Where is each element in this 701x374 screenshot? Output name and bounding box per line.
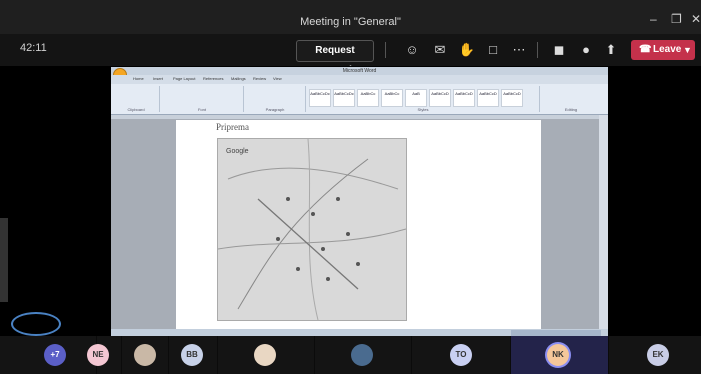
ruler [111,115,608,119]
document-scrollbar[interactable] [599,115,608,329]
participant-tile[interactable]: +7 [0,336,96,374]
minimize-icon[interactable]: – [650,12,657,26]
shared-word-window: Microsoft Word Home Insert Page Layout R… [111,67,608,337]
avatar-photo[interactable] [134,344,156,366]
share-screen-icon[interactable]: ⬆ [602,41,620,59]
word-app-title: Microsoft Word [342,68,377,74]
map-label: Google [226,148,249,155]
camera-off-icon[interactable]: ◼ [550,41,568,59]
chevron-down-icon[interactable]: ▼ [683,40,692,60]
reactions-icon[interactable]: ✋ [458,41,476,59]
ribbon-tab: Mailings [231,76,246,81]
style-sample: AaBbCcDc [333,89,355,107]
avatar[interactable]: EK [647,344,669,366]
side-panel-edge [0,218,8,302]
participants-strip: +7 NE BB TO NK EK [0,336,701,374]
style-sample: AaBbCcD [453,89,475,107]
meeting-timer: 42:11 [20,42,47,54]
avatar-more[interactable]: +7 [44,344,66,366]
chat-icon[interactable]: ✉ [431,41,449,59]
request-control-button[interactable]: Request control [296,40,374,76]
hang-up-icon: ☎ [639,44,652,55]
ribbon-group-clipboard: Clipboard [113,86,160,112]
ribbon-group-label: Styles [417,107,429,112]
ribbon-group-label: Clipboard [127,107,145,112]
ribbon-group-label: Paragraph [265,107,285,112]
ribbon-group-paragraph: Paragraph [245,86,306,112]
style-sample: AaBbCcDc [309,89,331,107]
ribbon-tab: View [273,76,282,81]
participant-tile-active[interactable]: NK [511,336,608,374]
avatar-photo[interactable] [351,344,373,366]
window-title: Meeting in "General" [300,16,401,28]
ribbon-group-styles: AaBbCcDc AaBbCcDc AaBbCc AaBbCc AaB AaBb… [307,86,540,112]
meeting-toolbar: 42:11 Request control ☺ ✉ ✋ □ ⋯ ◼ ● ⬆ ☎ … [0,34,701,76]
style-sample: AaBbCcD [429,89,451,107]
avatar[interactable]: NK [547,344,569,366]
participant-tile[interactable] [122,336,168,374]
ribbon-group-font: Font [161,86,244,112]
participant-tile[interactable]: TO [412,336,510,374]
style-sample: AaBbCcD [477,89,499,107]
toolbar-divider [537,42,538,58]
ribbon-tab: Review [253,76,267,81]
avatar[interactable]: NE [87,344,109,366]
close-icon[interactable]: ✕ [691,12,701,26]
window-title-bar: Meeting in "General" – ❐ ✕ [0,0,701,34]
ribbon-group-editing: Editing [541,86,601,112]
ribbon-group-label: Font [197,107,206,112]
document-heading: Priprema [216,122,249,132]
more-options-icon[interactable]: ⋯ [510,41,528,59]
avatar[interactable]: BB [181,344,203,366]
leave-label: Leave [653,44,682,55]
ribbon-tab: Home [133,76,144,81]
ribbon-group-label: Editing [564,107,578,112]
highlight-ring [11,312,61,336]
style-sample: AaBbCc [357,89,379,107]
microphone-icon[interactable]: ● [577,41,595,59]
participant-tile[interactable]: EK [609,336,701,374]
ribbon-tab: Insert [153,76,164,81]
word-title-bar: Microsoft Word [111,67,608,75]
toolbar-divider [385,42,386,58]
style-sample: AaB [405,89,427,107]
ribbon-tab: References [203,76,224,81]
ribbon-tabs: Home Insert Page Layout References Maili… [111,75,608,84]
participant-tile[interactable]: NE [87,336,121,374]
participant-tile[interactable] [218,336,314,374]
document-page: Priprema Google [176,120,541,337]
leave-button[interactable]: ☎ Leave ▼ [631,40,695,60]
rooms-icon[interactable]: □ [484,41,502,59]
ribbon-tab: Page Layout [173,76,196,81]
participant-tile[interactable]: BB [169,336,217,374]
map-image: Google [217,138,407,321]
map-drawing: Google [217,138,407,321]
avatar-photo[interactable] [254,344,276,366]
participant-tile[interactable] [315,336,411,374]
ribbon: Clipboard Font Paragraph AaBbCcDc AaBbCc… [111,84,608,115]
style-sample: AaBbCc [381,89,403,107]
style-sample: AaBbCcD [501,89,523,107]
maximize-icon[interactable]: ❐ [671,12,682,26]
participants-icon[interactable]: ☺ [403,41,421,59]
avatar[interactable]: TO [450,344,472,366]
